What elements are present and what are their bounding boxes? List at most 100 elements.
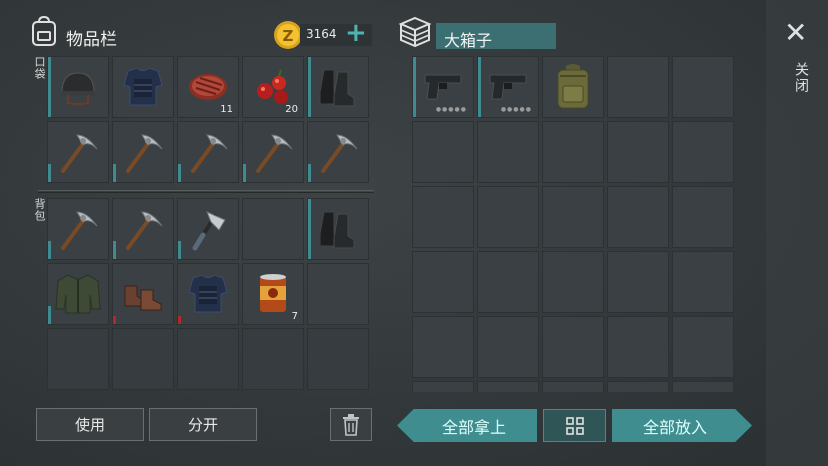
durability-bar (178, 164, 181, 182)
coin-balance: 3164 (306, 27, 337, 41)
rating-dots: ●●●●● (500, 106, 532, 113)
grid-layout-icon (565, 416, 584, 435)
inventory-slot[interactable]: ●●●●● (477, 56, 539, 118)
inventory-slot[interactable]: 7 (242, 263, 304, 325)
empty-slot[interactable] (542, 121, 604, 183)
empty-slot[interactable] (477, 121, 539, 183)
close-label[interactable]: 关闭 (791, 62, 811, 94)
add-coins-button[interactable]: + (345, 18, 367, 48)
backpack-label: 背包 (33, 198, 46, 222)
durability-bar (48, 241, 51, 259)
empty-slot[interactable] (412, 381, 474, 392)
inventory-slot[interactable] (177, 263, 239, 325)
inventory-bag-icon (30, 15, 58, 51)
inventory-slot[interactable] (307, 121, 369, 183)
inventory-slot[interactable] (112, 56, 174, 118)
empty-slot[interactable] (307, 328, 369, 390)
put-all-label: 全部放入 (642, 417, 707, 437)
pocket-label: 口袋 (33, 56, 46, 80)
item-quantity: 20 (285, 104, 298, 115)
empty-slot[interactable] (607, 56, 669, 118)
empty-slot[interactable] (607, 251, 669, 313)
empty-slot[interactable] (542, 186, 604, 248)
durability-bar (48, 57, 51, 117)
durability-bar (178, 316, 181, 324)
backpack-grid: 7 (47, 198, 369, 390)
empty-slot[interactable] (607, 121, 669, 183)
container-grid: ●●●●● ●●●●● (412, 56, 734, 392)
empty-slot[interactable] (412, 251, 474, 313)
durability-bar (48, 164, 51, 182)
split-button[interactable]: 分开 (149, 408, 257, 441)
inventory-slot[interactable] (307, 56, 369, 118)
pocket-grid: 11 20 (47, 56, 369, 183)
inventory-slot[interactable] (242, 121, 304, 183)
empty-slot[interactable] (112, 328, 174, 390)
empty-slot[interactable] (672, 56, 734, 118)
trash-icon (343, 413, 359, 436)
inventory-slot[interactable] (112, 198, 174, 260)
inventory-slot[interactable] (542, 56, 604, 118)
coin-icon: Z (273, 20, 303, 54)
rating-dots: ●●●●● (435, 106, 467, 113)
empty-slot[interactable] (542, 381, 604, 392)
empty-slot[interactable] (542, 316, 604, 378)
inventory-title: 物品栏 (66, 30, 117, 50)
inventory-slot[interactable]: 20 (242, 56, 304, 118)
empty-slot[interactable] (242, 328, 304, 390)
empty-slot[interactable] (242, 198, 304, 260)
put-all-button[interactable]: 全部放入 (612, 409, 752, 442)
inventory-slot[interactable] (47, 121, 109, 183)
inventory-slot[interactable] (112, 121, 174, 183)
inventory-slot[interactable]: 11 (177, 56, 239, 118)
layout-toggle-button[interactable] (543, 409, 606, 442)
durability-bar (478, 57, 481, 117)
inventory-slot[interactable] (307, 198, 369, 260)
empty-slot[interactable] (307, 263, 369, 325)
durability-bar (308, 164, 311, 182)
empty-slot[interactable] (412, 186, 474, 248)
durability-bar (413, 57, 416, 117)
empty-slot[interactable] (672, 381, 734, 392)
use-button[interactable]: 使用 (36, 408, 144, 441)
empty-slot[interactable] (477, 251, 539, 313)
empty-slot[interactable] (672, 316, 734, 378)
empty-slot[interactable] (607, 381, 669, 392)
inventory-slot[interactable] (177, 198, 239, 260)
durability-bar (308, 57, 311, 117)
durability-bar (113, 241, 116, 259)
empty-slot[interactable] (412, 316, 474, 378)
empty-slot[interactable] (542, 251, 604, 313)
empty-slot[interactable] (412, 121, 474, 183)
empty-slot[interactable] (477, 316, 539, 378)
container-area: ●●●●● ●●●●● (410, 56, 740, 392)
empty-slot[interactable] (607, 316, 669, 378)
container-title: 大箱子 (444, 31, 493, 50)
inventory-slot[interactable] (177, 121, 239, 183)
durability-bar (113, 164, 116, 182)
empty-slot[interactable] (477, 186, 539, 248)
inventory-slot[interactable] (47, 198, 109, 260)
durability-bar (178, 241, 181, 259)
empty-slot[interactable] (672, 121, 734, 183)
section-divider (38, 190, 374, 191)
empty-slot[interactable] (607, 186, 669, 248)
section-divider-shadow (38, 192, 374, 193)
durability-bar (308, 199, 311, 259)
inventory-slot[interactable]: ●●●●● (412, 56, 474, 118)
durability-bar (243, 164, 246, 182)
inventory-slot[interactable] (47, 263, 109, 325)
take-all-button[interactable]: 全部拿上 (397, 409, 537, 442)
item-quantity: 11 (220, 104, 233, 115)
empty-slot[interactable] (177, 328, 239, 390)
empty-slot[interactable] (477, 381, 539, 392)
empty-slot[interactable] (672, 186, 734, 248)
empty-slot[interactable] (672, 251, 734, 313)
svg-text:Z: Z (283, 27, 294, 45)
box-icon (398, 15, 432, 53)
empty-slot[interactable] (47, 328, 109, 390)
trash-button[interactable] (330, 408, 372, 441)
inventory-slot[interactable] (112, 263, 174, 325)
inventory-slot[interactable] (47, 56, 109, 118)
close-icon[interactable]: ✕ (784, 18, 807, 48)
